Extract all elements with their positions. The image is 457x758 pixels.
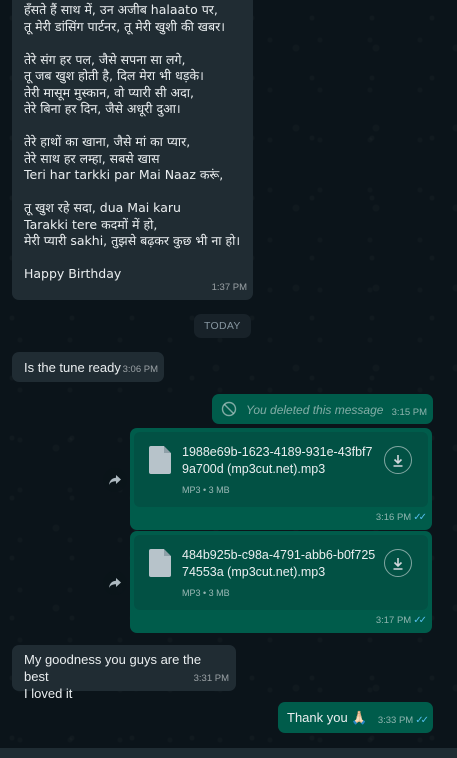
date-divider: TODAY <box>194 314 251 338</box>
message-time-status: 3:17 PM ✓✓ <box>375 612 427 629</box>
file-name: 484b925b-c98a-4791-abb6-b0f72574553a (mp… <box>182 548 376 579</box>
file-attachment[interactable]: 1988e69b-1623-4189-931e-43fbf79a700d (mp… <box>134 432 428 507</box>
message-time: 3:06 PM <box>122 364 158 375</box>
forward-icon[interactable] <box>103 571 127 595</box>
message-text: हँसते हैं साथ में, उन अजीब halaato पर, त… <box>24 2 241 281</box>
double-check-icon: ✓✓ <box>413 512 427 523</box>
message-goodness[interactable]: My goodness you guys are the best I love… <box>12 645 236 701</box>
download-icon[interactable] <box>384 549 412 577</box>
message-text: Thank you 🙏🏻 <box>287 710 368 725</box>
document-icon <box>149 549 171 577</box>
file-name: 1988e69b-1623-4189-931e-43fbf79a700d (mp… <box>182 445 373 476</box>
download-icon[interactable] <box>384 446 412 474</box>
message-time: 3:16 PM <box>375 512 412 523</box>
blocked-icon <box>221 401 237 421</box>
message-text: Is the tune ready <box>24 360 121 375</box>
message-time: 3:17 PM <box>375 615 412 626</box>
message-lyrics[interactable]: हँसते हैं साथ में, उन अजीब halaato पर, त… <box>12 0 253 300</box>
message-deleted[interactable]: You deleted this message 3:15 PM <box>212 394 433 424</box>
message-thanks[interactable]: Thank you 🙏🏻 3:33 PM ✓✓ <box>278 702 433 733</box>
double-check-icon: ✓✓ <box>415 715 429 726</box>
message-time: 1:37 PM <box>211 282 247 293</box>
message-time-status: 3:16 PM ✓✓ <box>375 509 427 526</box>
message-file-2[interactable]: 484b925b-c98a-4791-abb6-b0f72574553a (mp… <box>130 531 432 633</box>
document-icon <box>149 446 171 474</box>
message-time-status: 3:33 PM ✓✓ <box>377 712 429 729</box>
message-time: 3:15 PM <box>391 407 427 418</box>
file-meta: MP3 • 3 MB <box>182 485 230 495</box>
message-tune-question[interactable]: Is the tune ready 3:06 PM <box>12 352 164 382</box>
composer-bar-edge <box>0 748 457 758</box>
double-check-icon: ✓✓ <box>413 615 427 626</box>
message-time: 3:31 PM <box>193 673 229 684</box>
message-file-1[interactable]: 1988e69b-1623-4189-931e-43fbf79a700d (mp… <box>130 428 432 530</box>
deleted-message-text: You deleted this message <box>246 403 384 417</box>
message-time: 3:33 PM <box>377 715 414 726</box>
file-meta: MP3 • 3 MB <box>182 588 230 598</box>
file-attachment[interactable]: 484b925b-c98a-4791-abb6-b0f72574553a (mp… <box>134 535 428 610</box>
forward-icon[interactable] <box>103 468 127 492</box>
